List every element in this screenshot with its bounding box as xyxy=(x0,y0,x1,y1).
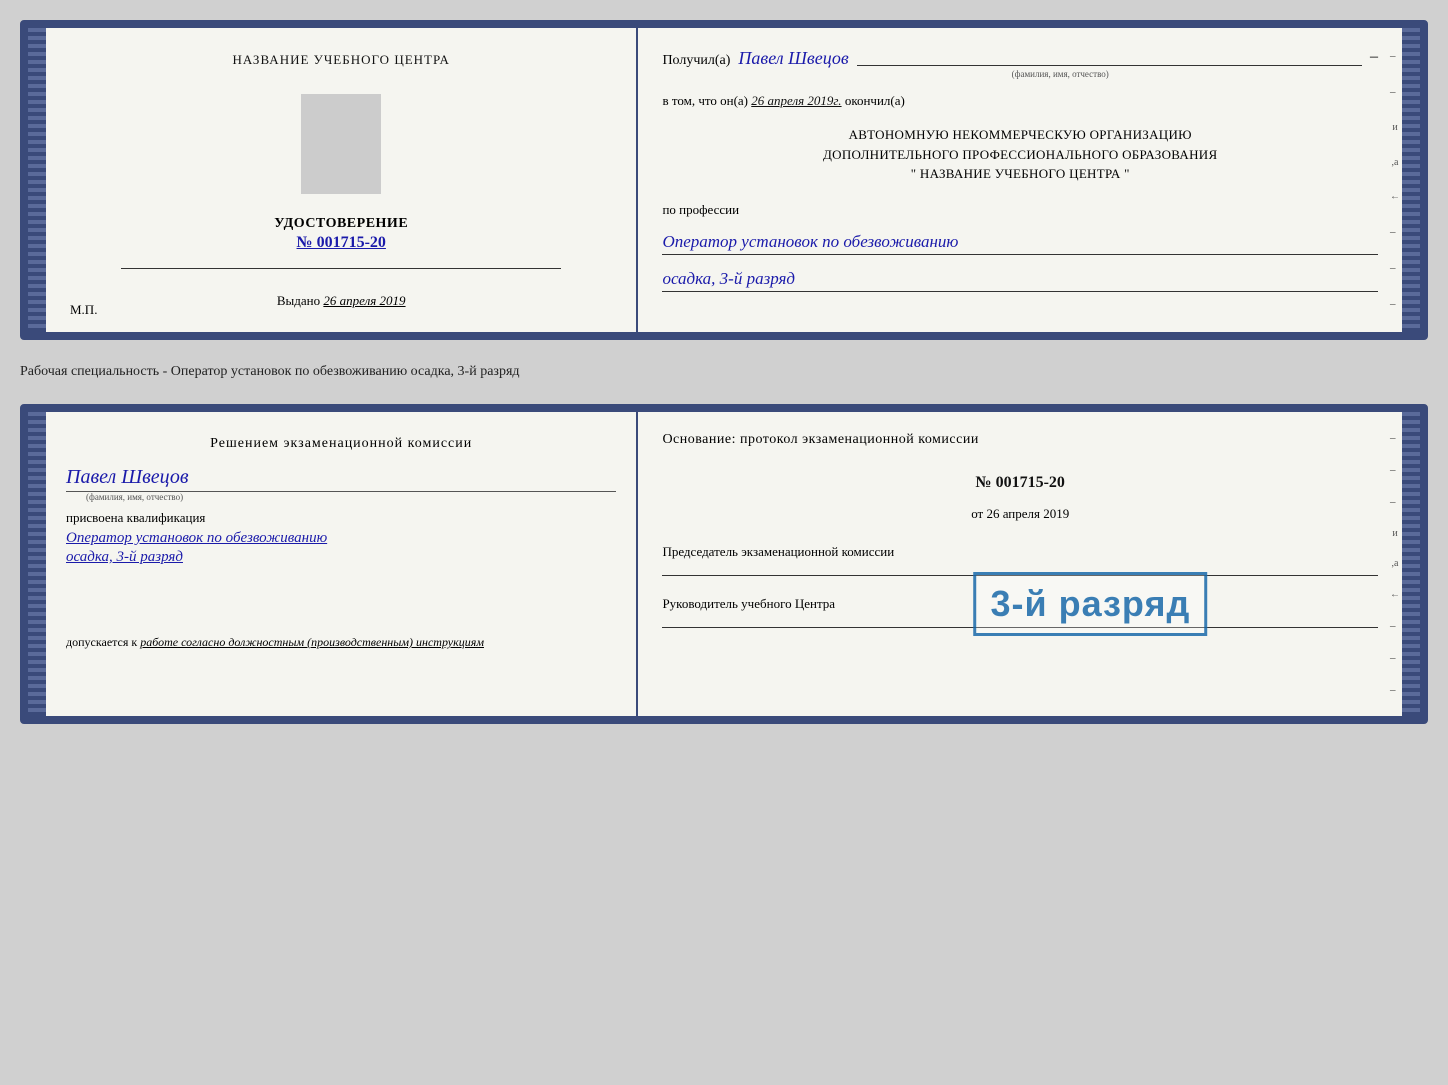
mp-text: М.П. xyxy=(70,302,97,318)
ot-date: от 26 апреля 2019 xyxy=(662,506,1378,522)
org-line2: ДОПОЛНИТЕЛЬНОГО ПРОФЕССИОНАЛЬНОГО ОБРАЗО… xyxy=(662,145,1378,165)
org-line3: " НАЗВАНИЕ УЧЕБНОГО ЦЕНТРА " xyxy=(662,164,1378,184)
ot-date-value: 26 апреля 2019 xyxy=(986,506,1069,521)
photo-placeholder xyxy=(301,94,381,194)
dopuskaetsya-text: работе согласно должностным (производств… xyxy=(140,635,484,649)
dopuskaetsya-prefix: допускается к xyxy=(66,635,137,649)
stamp: 3-й разряд xyxy=(973,572,1207,636)
vtom-date: 26 апреля 2019г. xyxy=(751,93,841,108)
dopuskaetsya-row: допускается к работе согласно должностны… xyxy=(66,634,484,651)
org-block: АВТОНОМНУЮ НЕКОММЕРЧЕСКУЮ ОРГАНИЗАЦИЮ ДО… xyxy=(662,125,1378,184)
vydano-line: Выдано 26 апреля 2019 xyxy=(277,293,406,309)
spine-left xyxy=(28,28,46,332)
professiya-text: Оператор установок по обезвоживанию xyxy=(662,232,1378,255)
bottom-spine-left xyxy=(28,412,46,716)
vydano-label: Выдано xyxy=(277,293,320,308)
bottom-name: Павел Швецов xyxy=(66,466,616,492)
razryad-text: осадка, 3-й разряд xyxy=(662,269,1378,292)
poluchil-label: Получил(а) xyxy=(662,53,730,69)
right-deco-bottom: – – – и ,а ← – – – xyxy=(1388,412,1402,716)
resheniem-title: Решением экзаменационной комиссии xyxy=(66,436,616,452)
center-title: НАЗВАНИЕ УЧЕБНОГО ЦЕНТРА xyxy=(232,52,449,68)
top-doc-right: Получил(а) Павел Швецов – (фамилия, имя,… xyxy=(638,28,1402,332)
bottom-name-subtitle: (фамилия, имя, отчество) xyxy=(86,492,616,502)
bottom-doc-right: Основание: протокол экзаменационной коми… xyxy=(638,412,1402,716)
udostoverenie-label: УДОСТОВЕРЕНИЕ xyxy=(274,216,408,232)
page-wrapper: НАЗВАНИЕ УЧЕБНОГО ЦЕНТРА УДОСТОВЕРЕНИЕ №… xyxy=(20,20,1428,724)
ot-prefix: от xyxy=(971,506,983,521)
separator-text: Рабочая специальность - Оператор установ… xyxy=(20,358,1428,386)
bottom-doc-left: Решением экзаменационной комиссии Павел … xyxy=(46,412,638,716)
bottom-razryad: осадка, 3-й разряд xyxy=(66,549,183,566)
spine-right xyxy=(1402,28,1420,332)
stamp-text: 3-й разряд xyxy=(990,583,1190,624)
poluchil-subtitle: (фамилия, имя, отчество) xyxy=(742,69,1378,79)
vydano-date: 26 апреля 2019 xyxy=(323,293,405,308)
vtom-suffix: окончил(а) xyxy=(845,93,905,108)
bottom-document: Решением экзаменационной комиссии Павел … xyxy=(20,404,1428,724)
bottom-number: № 001715-20 xyxy=(662,474,1378,492)
vtom-row: в том, что он(а) 26 апреля 2019г. окончи… xyxy=(662,93,1378,109)
org-line1: АВТОНОМНУЮ НЕКОММЕРЧЕСКУЮ ОРГАНИЗАЦИЮ xyxy=(662,125,1378,145)
right-deco: – – и ,а ← – – – xyxy=(1388,28,1402,332)
udostoverenie-number: № 001715-20 xyxy=(297,234,386,252)
bottom-spine-right xyxy=(1402,412,1420,716)
poluchil-name: Павел Швецов xyxy=(738,48,848,69)
po-professii-label: по профессии xyxy=(662,202,1378,218)
vtom-prefix: в том, что он(а) xyxy=(662,93,748,108)
bottom-professiya: Оператор установок по обезвоживанию xyxy=(66,530,327,547)
dash: – xyxy=(1370,48,1378,66)
osnovanie-title: Основание: протокол экзаменационной коми… xyxy=(662,432,1378,448)
top-document: НАЗВАНИЕ УЧЕБНОГО ЦЕНТРА УДОСТОВЕРЕНИЕ №… xyxy=(20,20,1428,340)
prisvoena-label: присвоена квалификация xyxy=(66,510,205,526)
top-doc-left: НАЗВАНИЕ УЧЕБНОГО ЦЕНТРА УДОСТОВЕРЕНИЕ №… xyxy=(46,28,638,332)
